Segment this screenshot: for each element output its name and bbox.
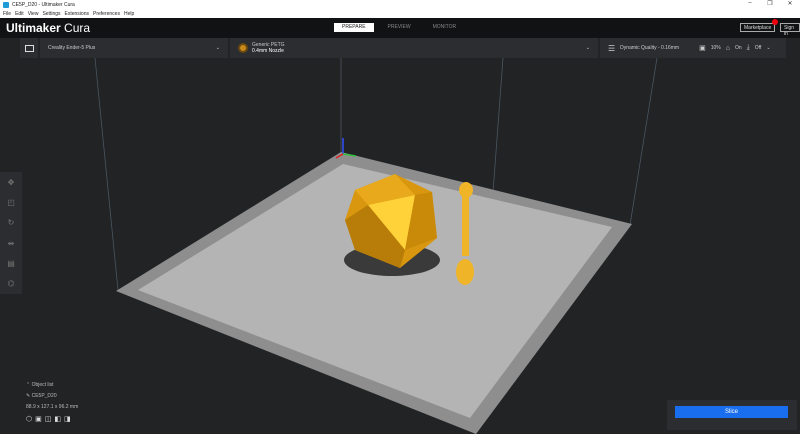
minimize-button[interactable]: – xyxy=(740,0,760,7)
close-button[interactable]: ✕ xyxy=(780,0,800,7)
open-file-button[interactable] xyxy=(20,38,40,58)
adhesion-value: Off xyxy=(754,45,762,51)
chevron-down-icon: ⌄ xyxy=(585,45,590,51)
move-tool-icon[interactable]: ✥ xyxy=(8,178,15,187)
build-volume-viewport[interactable] xyxy=(0,58,800,434)
menu-file[interactable]: File xyxy=(3,11,11,17)
menu-settings[interactable]: Settings xyxy=(42,11,60,17)
profile-name: Dynamic Quality - 0.16mm xyxy=(620,45,680,51)
infill-value: 10% xyxy=(710,45,721,51)
nozzle-size: 0.4mm Nozzle xyxy=(252,48,284,54)
view-3d-icon[interactable]: ⬡ xyxy=(26,415,32,423)
tab-monitor[interactable]: MONITOR xyxy=(425,23,465,32)
menu-bar: File Edit View Settings Extensions Prefe… xyxy=(0,10,800,18)
object-list-toggle[interactable]: ⌃ Object list xyxy=(26,382,78,388)
folder-icon xyxy=(24,44,34,52)
menu-view[interactable]: View xyxy=(28,11,39,17)
restore-button[interactable]: ❐ xyxy=(760,0,780,7)
support-icon: ⌂ xyxy=(725,44,730,52)
chevron-down-icon: ⌄ xyxy=(215,45,220,51)
view-right-icon[interactable]: ◨ xyxy=(64,415,71,423)
rotate-tool-icon[interactable]: ↻ xyxy=(8,218,15,227)
adhesion-icon: ⤓ xyxy=(746,44,750,51)
cura-logo-icon xyxy=(3,2,9,8)
slice-button[interactable]: Slice xyxy=(675,406,788,418)
view-front-icon[interactable]: ▣ xyxy=(35,415,42,423)
window-title: CE5P_D20 - Ultimaker Cura xyxy=(12,2,75,8)
print-settings-selector[interactable]: ☰ Dynamic Quality - 0.16mm ▣ 10% ⌂ On ⤓ Off… xyxy=(600,38,786,58)
brand-logo: Ultimaker Cura xyxy=(6,21,91,35)
infill-icon: ▣ xyxy=(699,45,706,52)
chevron-down-icon: ⌄ xyxy=(766,45,771,51)
spool-icon xyxy=(238,43,248,53)
menu-preferences[interactable]: Preferences xyxy=(93,11,120,17)
marketplace-button[interactable]: Marketplace xyxy=(740,23,776,32)
menu-edit[interactable]: Edit xyxy=(15,11,24,17)
support-blocker-icon[interactable]: ⌬ xyxy=(8,279,15,288)
view-left-icon[interactable]: ◧ xyxy=(54,415,61,423)
material-selector[interactable]: Generic PETG 0.4mm Nozzle ⌄ xyxy=(230,38,600,58)
sign-in-button[interactable]: Sign in xyxy=(780,23,800,37)
app-header: Ultimaker Cura PREPARE PREVIEW MONITOR M… xyxy=(0,18,800,38)
view-top-icon[interactable]: ◫ xyxy=(45,415,52,423)
title-bar: CE5P_D20 - Ultimaker Cura – ❐ ✕ xyxy=(0,0,800,10)
printer-selector[interactable]: Creality Ender-5 Plus ⌄ xyxy=(40,38,230,58)
object-list-panel: ⌃ Object list ✎ CE5P_D20 88.9 x 127.1 x … xyxy=(26,382,78,428)
tab-prepare[interactable]: PREPARE xyxy=(334,23,374,32)
printer-name: Creality Ender-5 Plus xyxy=(48,45,96,51)
object-dimensions: 88.9 x 127.1 x 96.2 mm xyxy=(26,404,79,410)
scale-tool-icon[interactable]: ◰ xyxy=(7,198,15,207)
support-value: On xyxy=(734,45,742,51)
tab-preview[interactable]: PREVIEW xyxy=(380,23,419,32)
per-model-settings-icon[interactable]: ▤ xyxy=(7,259,15,268)
sliders-icon: ☰ xyxy=(608,43,616,53)
object-item[interactable]: ✎ CE5P_D20 xyxy=(26,393,78,399)
menu-extensions[interactable]: Extensions xyxy=(65,11,89,17)
print-setup-toolbar: Creality Ender-5 Plus ⌄ Generic PETG 0.4mm… xyxy=(20,38,786,58)
tool-sidebar: ✥ ◰ ↻ ⇹ ▤ ⌬ xyxy=(0,172,22,294)
slice-panel: Slice xyxy=(667,400,797,430)
notification-badge xyxy=(772,19,778,25)
mirror-tool-icon[interactable]: ⇹ xyxy=(8,239,15,248)
menu-help[interactable]: Help xyxy=(124,11,134,17)
